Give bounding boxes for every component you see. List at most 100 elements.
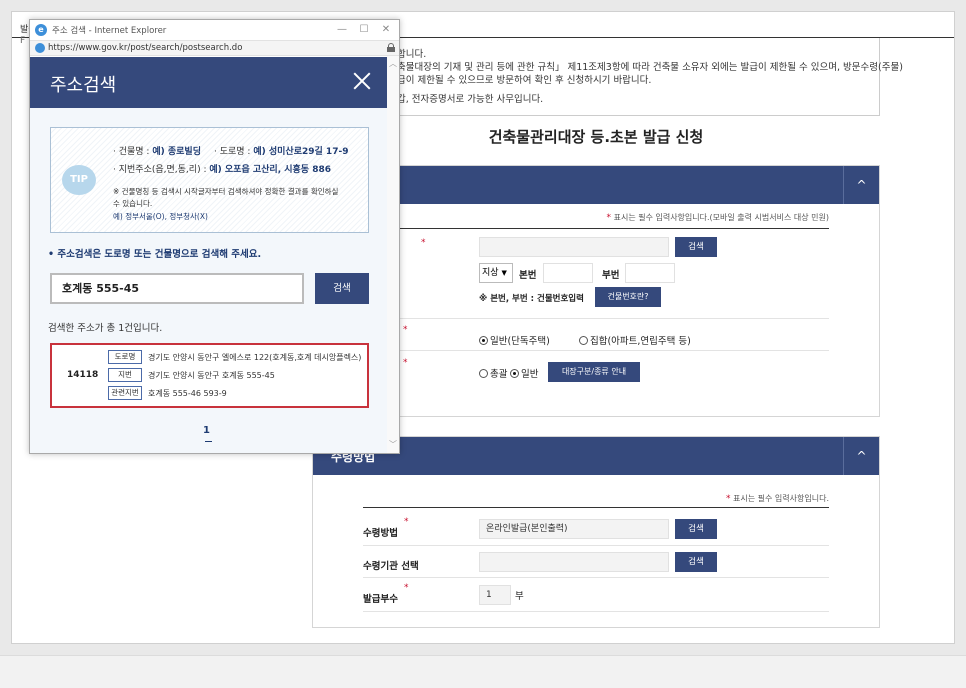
collapse-toggle-icon[interactable]: ^ [843,166,879,204]
required-note-text: 표시는 필수 입력사항입니다.(모바일 출력 시범서비스 대상 민원) [613,213,829,222]
location-input[interactable] [479,237,669,257]
site-icon [35,43,45,53]
notice-line: 축물대장의 기재 및 관리 등에 관한 규칙」 제11조제3항에 따라 건축물 … [397,62,903,73]
radio-on-icon [510,369,519,378]
search-guide-text: 주소검색은 도로명 또는 건물명으로 검색해 주세요. [57,249,262,260]
notice-line: 급이 제한될 수 있으므로 방문하여 확인 후 신청하시기 바랍니다. [397,75,652,86]
minimize-icon[interactable]: — [333,22,351,38]
window-close-icon[interactable]: ✕ [377,22,395,38]
tip-label: 지번주소(읍,면,동,리) : [118,165,207,175]
scope-radio-general[interactable]: 일반 [510,366,538,380]
tip-example: 예) 성미산로29길 17-9 [253,147,349,157]
required-star: * [404,583,409,593]
required-note-text: 표시는 필수 입력사항입니다. [733,494,829,503]
tip-example: 예) 오포읍 고산리, 시흥동 886 [209,165,332,175]
main-no-label: 본번 [519,270,537,281]
close-icon[interactable] [353,72,371,90]
receive-method-label: 수령방법 [363,528,398,539]
radio-off-icon [579,336,588,345]
tip-caution-line: ※ 건물명칭 등 검색시 시작글자부터 검색하셔야 정확한 결과를 확인하실 [113,187,339,196]
window-titlebar: e 주소 검색 - Internet Explorer — ☐ ✕ [30,20,399,40]
background-tab-sub: F [20,36,26,46]
tip-box: TIP · 건물명 : 예) 종로빌딩 · 도로명 : 예) 성미산로29길 1… [50,127,369,233]
related-lot-tag: 관련지번 [108,386,142,400]
scope-help-button[interactable]: 대장구분/종류 안내 [548,362,640,382]
building-no-help-button[interactable]: 건물번호란? [595,287,661,307]
collapse-toggle-icon[interactable]: ^ [843,437,879,475]
search-guide: • 주소검색은 도로명 또는 건물명으로 검색해 주세요. [48,249,262,260]
land-type-select[interactable]: 지상 ▼ [479,263,513,283]
copies-unit: 부 [515,591,524,602]
table-top-rule [363,507,829,508]
road-address[interactable]: 경기도 안양시 동안구 엘에스로 122(호계동,호계 데시앙플렉스) [148,352,361,363]
related-lot-address: 호계동 555-46 593-9 [148,389,227,398]
tip-road: · 도로명 : 예) 성미산로29길 17-9 [214,147,349,157]
tip-badge: TIP [62,165,96,195]
type-radio-collective[interactable]: 집합(아파트,연립주택 등) [579,333,691,347]
radio-off-icon [479,369,488,378]
tip-lot-address: · 지번주소(읍,면,동,리) : 예) 오포읍 고산리, 시흥동 886 [113,165,332,175]
popup-body: TIP · 건물명 : 예) 종로빌딩 · 도로명 : 예) 성미산로29길 1… [30,108,388,453]
window-title: 주소 검색 - Internet Explorer [52,26,167,36]
scope-option-label: 총괄 [490,369,508,380]
copies-input[interactable]: 1 [479,585,511,605]
popup-header: 주소검색 [30,57,388,108]
road-name-tag: 도로명 [108,350,142,364]
row-divider [363,577,829,578]
url-text[interactable]: https://www.gov.kr/post/search/postsearc… [48,43,242,53]
type-option-label: 일반(단독주택) [490,336,550,347]
notice-line: 합니다. [397,49,427,60]
type-option-label: 집합(아파트,연립주택 등) [590,336,691,347]
required-note: * 표시는 필수 입력사항입니다.(모바일 출력 시범서비스 대상 민원) [606,213,829,223]
receive-method-search-button[interactable]: 검색 [675,519,717,539]
tip-caution-line: 수 있습니다. [113,199,153,208]
sub-no-input[interactable] [625,263,675,283]
address-search-popup: e 주소 검색 - Internet Explorer — ☐ ✕ https:… [29,19,400,454]
receive-agency-label: 수령기관 선택 [363,561,419,572]
required-star: * [421,238,426,248]
tip-example: 예) 종로빌딩 [152,147,201,157]
tip-label: 도로명 : [219,147,251,157]
page-underline [205,441,212,442]
search-input[interactable]: 호계동 555-45 [50,273,304,304]
scroll-up-icon[interactable]: ︿ [388,58,398,69]
scope-option-label: 일반 [521,369,539,380]
sub-no-label: 부번 [602,270,620,281]
row-divider [363,611,829,612]
popup-title: 주소검색 [50,75,117,96]
result-item[interactable]: 14118 도로명 경기도 안양시 동안구 엘에스로 122(호계동,호계 데시… [50,343,369,408]
type-radio-general[interactable]: 일반(단독주택) [479,333,550,347]
required-star: * [403,325,408,335]
page-number[interactable]: 1 [203,425,210,436]
tip-label: 건물명 : [118,147,150,157]
lock-icon[interactable] [387,43,395,52]
notice-line: 갑, 전자증명서로 가능한 사무입니다. [397,94,544,105]
building-no-hint: ※ 본번, 부번 : 건물번호입력 [479,294,584,304]
required-star: * [403,358,408,368]
radio-on-icon [479,336,488,345]
receive-agency-input[interactable] [479,552,669,572]
land-type-value: 지상 [482,268,499,278]
internet-explorer-icon: e [35,24,47,36]
tip-caution-example: 예) 정부서울(O), 정부청사(X) [113,212,208,221]
receive-agency-search-button[interactable]: 검색 [675,552,717,572]
receive-method-panel: 수령방법 ^ * 표시는 필수 입력사항입니다. 수령방법 * 온라인발급(본인… [312,436,880,628]
lot-address[interactable]: 경기도 안양시 동안구 호계동 555-45 [148,370,275,381]
receive-method-input[interactable]: 온라인발급(본인출력) [479,519,669,539]
zip-code: 14118 [67,370,99,380]
copies-label: 발급부수 [363,594,398,605]
search-button[interactable]: 검색 [315,273,369,304]
address-bar[interactable]: https://www.gov.kr/post/search/postsearc… [30,40,399,56]
row-divider [363,545,829,546]
chevron-down-icon: ▼ [501,269,507,277]
tip-building-name: · 건물명 : 예) 종로빌딩 [113,147,201,157]
main-no-input[interactable] [543,263,593,283]
required-star: * [404,517,409,527]
scroll-down-icon[interactable]: ﹀ [388,439,398,450]
lot-tag: 지번 [108,368,142,382]
location-search-button[interactable]: 검색 [675,237,717,257]
popup-scrollbar[interactable]: ︿ ﹀ [387,56,399,453]
result-count: 검색한 주소가 총 1건입니다. [48,323,163,334]
maximize-icon[interactable]: ☐ [355,22,373,38]
scope-radio-summary[interactable]: 총괄 [479,366,507,380]
